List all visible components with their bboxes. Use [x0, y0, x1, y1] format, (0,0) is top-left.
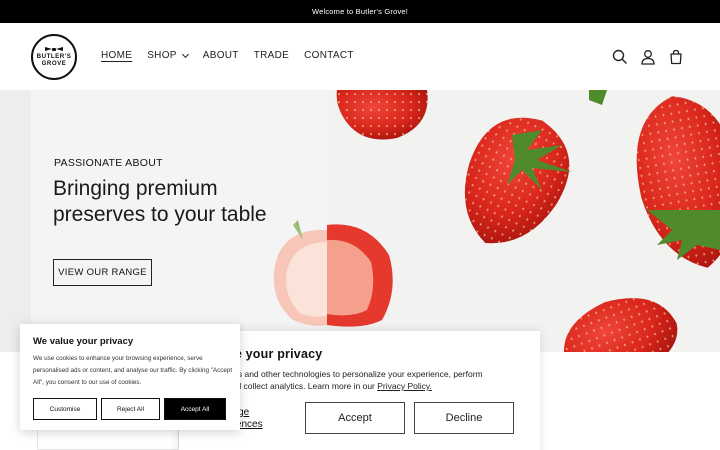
cookie-popup-body: We use cookies to enhance your browsing …	[33, 355, 233, 386]
chevron-down-icon	[181, 50, 189, 58]
search-icon[interactable]	[612, 49, 628, 65]
header-icons	[612, 49, 684, 65]
nav-home[interactable]: HOME	[101, 50, 132, 61]
nav-about[interactable]: ABOUT	[203, 50, 239, 61]
account-icon[interactable]	[640, 49, 656, 65]
nav-trade[interactable]: TRADE	[254, 50, 289, 61]
decline-button[interactable]: Decline	[414, 402, 514, 434]
cookie-popup: We value your privacy We use cookies to …	[20, 324, 240, 430]
nav-contact[interactable]: CONTACT	[304, 50, 354, 61]
reject-all-button[interactable]: Reject All	[101, 398, 160, 420]
nav-shop[interactable]: SHOP	[147, 50, 189, 61]
bowtie-icon	[45, 47, 63, 52]
privacy-modal-body: kies and other technologies to personali…	[227, 368, 533, 392]
hero-banner: PASSIONATE ABOUT Bringing premium preser…	[0, 90, 720, 352]
logo-line1: BUTLER'S	[36, 53, 72, 60]
announcement-text: Welcome to Butler's Grove!	[311, 7, 409, 16]
view-range-button[interactable]: VIEW OUR RANGE	[53, 259, 152, 286]
main-nav: HOME SHOP ABOUT TRADE CONTACT	[101, 50, 354, 61]
logo-line2: GROVE	[41, 60, 67, 67]
hero-kicker: PASSIONATE ABOUT	[54, 157, 163, 169]
announcement-bar: Welcome to Butler's Grove!	[0, 0, 720, 23]
privacy-body-line1: kies and other technologies to personali…	[227, 369, 483, 379]
accept-all-button[interactable]: Accept All	[164, 398, 226, 420]
sliced-strawberry-image	[273, 220, 327, 326]
privacy-modal-title: ue your privacy	[227, 347, 323, 361]
hero-headline: Bringing premium preserves to your table	[53, 177, 267, 226]
hero-image	[327, 90, 720, 352]
site-logo[interactable]: BUTLER'S GROVE	[31, 34, 77, 80]
cookie-popup-title: We value your privacy	[33, 336, 134, 347]
site-header: BUTLER'S GROVE HOME SHOP ABOUT TRADE CON…	[0, 23, 720, 90]
cart-icon[interactable]	[668, 49, 684, 65]
customise-button[interactable]: Customise	[33, 398, 97, 420]
privacy-body-line2: and collect analytics. Learn more in our	[227, 381, 375, 391]
accept-button[interactable]: Accept	[305, 402, 405, 434]
nav-shop-label: SHOP	[147, 50, 177, 61]
privacy-policy-link[interactable]: Privacy Policy.	[377, 381, 432, 391]
